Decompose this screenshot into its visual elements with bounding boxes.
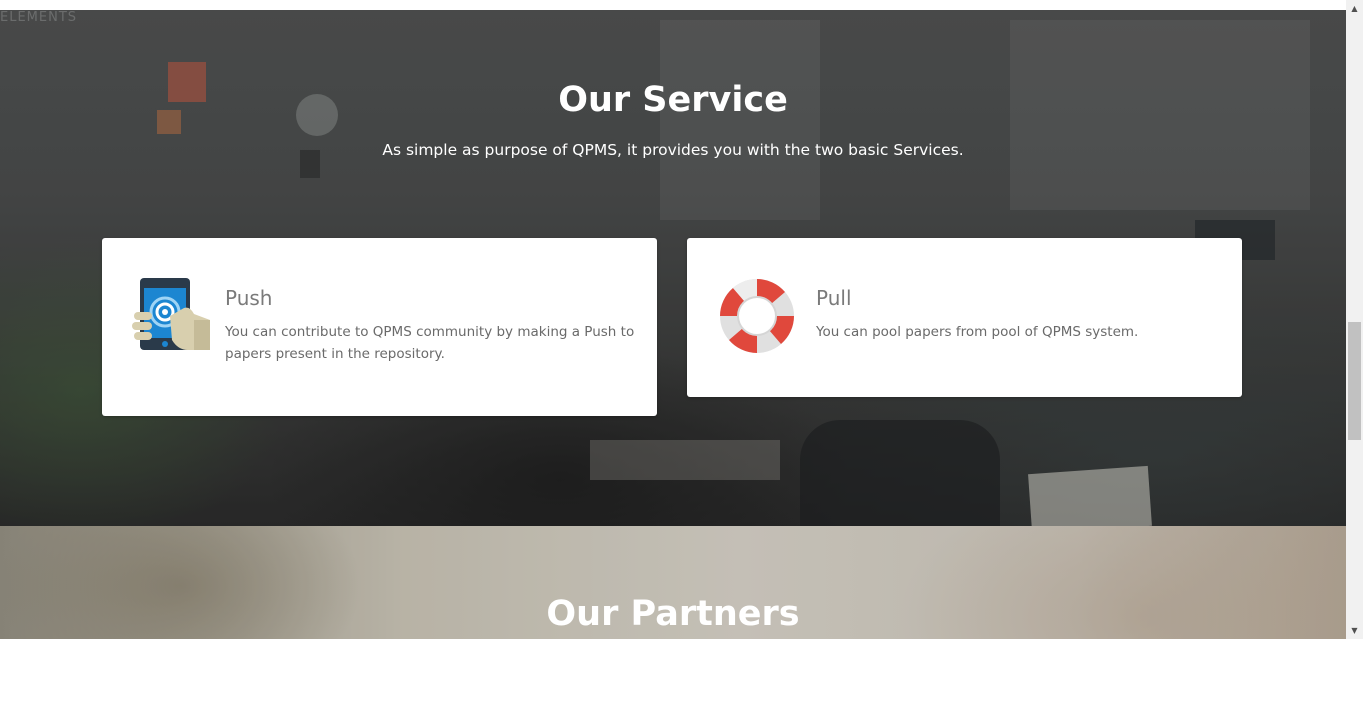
scrollbar-thumb[interactable] xyxy=(1348,322,1361,440)
background-window xyxy=(660,20,820,220)
page-viewport: ELEMENTS Our Service As simple as purpos… xyxy=(0,0,1346,639)
scroll-up-arrow-icon[interactable]: ▲ xyxy=(1346,0,1363,17)
pull-card-heading: Pull xyxy=(816,286,852,310)
push-service-card: Push You can contribute to QPMS communit… xyxy=(102,238,657,416)
service-subtitle: As simple as purpose of QPMS, it provide… xyxy=(382,141,964,159)
background-chair xyxy=(800,420,1000,526)
top-strip xyxy=(0,0,1346,10)
partners-title: Our Partners xyxy=(546,594,800,634)
push-card-heading: Push xyxy=(225,286,273,310)
background-paper xyxy=(1028,465,1152,526)
service-title: Our Service xyxy=(558,80,788,120)
background-table xyxy=(590,440,780,480)
push-card-text: You can contribute to QPMS community by … xyxy=(225,324,635,362)
lifebuoy-icon xyxy=(717,276,797,356)
pull-card-text: You can pool papers from pool of QPMS sy… xyxy=(816,324,1139,340)
service-section: ELEMENTS Our Service As simple as purpos… xyxy=(0,10,1346,526)
vertical-scrollbar[interactable]: ▲ ▼ xyxy=(1346,0,1363,639)
pull-service-card: Pull You can pool papers from pool of QP… xyxy=(687,238,1242,397)
hand-phone-touch-icon xyxy=(132,276,212,356)
scroll-down-arrow-icon[interactable]: ▼ xyxy=(1346,622,1363,639)
partners-section: Our Partners xyxy=(0,526,1346,639)
